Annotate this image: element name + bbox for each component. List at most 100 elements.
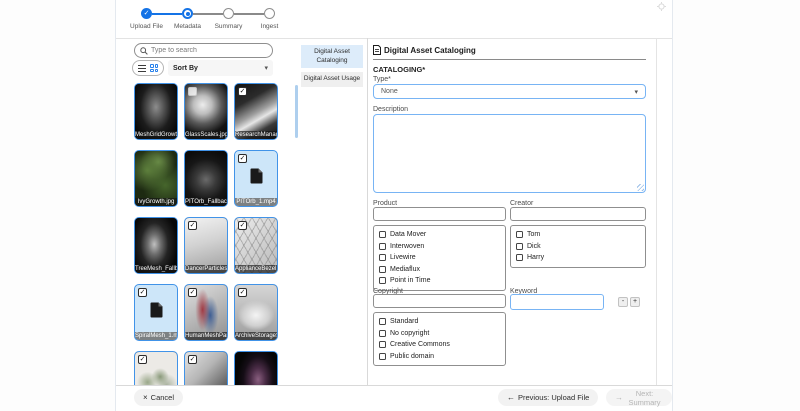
grid-scrollbar[interactable] <box>295 85 298 138</box>
asset-tile[interactable]: ✓ApplianceBezel_F <box>234 217 278 274</box>
file-icon <box>150 302 163 323</box>
search-box[interactable] <box>134 43 273 58</box>
asset-tile[interactable]: PITOrb_Fallback.j <box>184 150 228 207</box>
sort-by-dropdown[interactable]: Sort By ▾ <box>168 60 273 76</box>
nav-item-digital-asset-usage[interactable]: Digital Asset Usage <box>301 72 363 87</box>
checkbox[interactable] <box>379 318 386 325</box>
checkbox-option[interactable]: Standard <box>379 316 500 328</box>
cancel-button[interactable]: × Cancel <box>134 389 183 406</box>
checkbox-option[interactable]: Creative Commons <box>379 339 500 351</box>
checkbox-option[interactable]: Interwoven <box>379 241 500 253</box>
tile-checkbox[interactable]: ✓ <box>188 355 197 364</box>
step-connector <box>234 13 264 15</box>
checkbox[interactable] <box>516 231 523 238</box>
checkbox-option[interactable]: Harry <box>516 252 640 264</box>
product-input[interactable] <box>373 207 506 221</box>
search-icon <box>140 47 148 55</box>
checkbox-option-label: Creative Commons <box>390 341 450 348</box>
step-label: Summary <box>215 23 243 30</box>
checkbox-option-label: Interwoven <box>390 243 424 250</box>
asset-tile[interactable]: IvyGrowth.jpg <box>134 150 178 207</box>
tile-checkbox[interactable]: ✓ <box>138 355 147 364</box>
checkbox[interactable] <box>516 254 523 261</box>
checkbox[interactable] <box>379 353 386 360</box>
step-metadata[interactable]: Metadata <box>182 8 193 19</box>
asset-tile[interactable]: ✓PITOrb_1.mp4 <box>234 150 278 207</box>
tile-checkbox[interactable] <box>188 87 197 96</box>
tile-checkbox[interactable]: ✓ <box>188 221 197 230</box>
step-circle-icon[interactable] <box>264 8 275 19</box>
checkbox[interactable] <box>516 243 523 250</box>
description-textarea[interactable] <box>374 115 645 192</box>
search-input[interactable] <box>151 47 267 54</box>
asset-tile[interactable]: ✓ArchiveStorageSc <box>234 284 278 341</box>
asset-filename: SpiralMesh_1.mp <box>135 332 177 340</box>
gear-icon[interactable] <box>657 2 666 11</box>
tile-checkbox[interactable]: ✓ <box>188 288 197 297</box>
checkbox-option[interactable]: No copyright <box>379 328 500 340</box>
file-icon <box>250 168 263 189</box>
checkbox-option[interactable]: Dick <box>516 241 640 253</box>
step-label: Ingest <box>261 23 279 30</box>
checkbox[interactable] <box>379 254 386 261</box>
asset-filename: PITOrb_Fallback.j <box>185 198 227 206</box>
creator-input[interactable] <box>510 207 646 221</box>
asset-tile[interactable]: MeshGridGrowth. <box>134 83 178 140</box>
chevron-down-icon: ▾ <box>264 64 268 72</box>
step-circle-icon[interactable]: ✓ <box>141 8 152 19</box>
asset-tile[interactable]: ✓ <box>184 351 228 385</box>
tile-checkbox[interactable]: ✓ <box>238 87 247 96</box>
checkbox-option[interactable]: Point in Time <box>379 275 500 287</box>
asset-tile[interactable]: ✓HumanMeshPartic <box>184 284 228 341</box>
cataloging-section-heading: CATALOGING* <box>373 65 425 74</box>
previous-button[interactable]: ← Previous: Upload File <box>498 389 598 406</box>
checkbox[interactable] <box>379 266 386 273</box>
nav-item-digital-asset-cataloging[interactable]: Digital Asset Cataloging <box>301 45 363 68</box>
type-select-value: None <box>381 88 398 95</box>
checkbox[interactable] <box>379 277 386 284</box>
list-view-icon[interactable] <box>138 65 146 72</box>
resize-handle[interactable] <box>637 184 644 191</box>
step-circle-icon[interactable] <box>223 8 234 19</box>
keyword-remove-button[interactable]: - <box>618 297 628 307</box>
checkbox[interactable] <box>379 330 386 337</box>
asset-tile[interactable]: ✓ SpiralMesh_1.mp <box>134 284 178 341</box>
checkbox-option[interactable]: Mediaflux <box>379 264 500 276</box>
checkbox[interactable] <box>379 341 386 348</box>
checkbox-option[interactable]: Tom <box>516 229 640 241</box>
tile-checkbox[interactable]: ✓ <box>238 221 247 230</box>
tile-checkbox[interactable]: ✓ <box>138 288 147 297</box>
checkbox-option[interactable]: Public domain <box>379 351 500 363</box>
type-select[interactable]: None ▾ <box>373 84 646 99</box>
tile-checkbox[interactable]: ✓ <box>238 288 247 297</box>
form-title-text: Digital Asset Cataloging <box>384 46 476 55</box>
asset-filename: DancerParticles_F <box>185 265 227 273</box>
checkbox-option-label: Livewire <box>390 254 416 261</box>
grid-view-icon[interactable] <box>150 64 158 72</box>
type-label: Type* <box>373 76 391 83</box>
asset-tile[interactable]: TreeMesh_Fallba <box>134 217 178 274</box>
checkbox[interactable] <box>379 231 386 238</box>
keyword-input[interactable] <box>510 294 604 310</box>
step-circle-icon[interactable] <box>182 8 193 19</box>
copyright-input[interactable] <box>373 294 506 308</box>
next-button[interactable]: → Next: Summary <box>606 389 672 406</box>
asset-tile[interactable]: ✓ DancerParticles_F <box>184 217 228 274</box>
checkbox-option[interactable]: Livewire <box>379 252 500 264</box>
keyword-add-button[interactable]: + <box>630 297 640 307</box>
stepper-divider <box>116 38 672 39</box>
step-ingest[interactable]: Ingest <box>264 8 275 19</box>
asset-tile[interactable] <box>234 351 278 385</box>
view-toggle[interactable] <box>132 60 164 76</box>
step-upload-file[interactable]: ✓Upload File <box>141 8 152 19</box>
checkbox-option-label: Dick <box>527 243 541 250</box>
asset-tile[interactable]: ✓ResearchManage <box>234 83 278 140</box>
checkbox[interactable] <box>379 243 386 250</box>
asset-tile[interactable]: GlassScales.jpg <box>184 83 228 140</box>
checkbox-option[interactable]: Data Mover <box>379 229 500 241</box>
product-options: Data Mover Interwoven Livewire MediafluxPoi… <box>373 225 506 291</box>
chevron-down-icon: ▾ <box>634 88 638 96</box>
step-summary[interactable]: Summary <box>223 8 234 19</box>
asset-tile[interactable]: ✓ <box>134 351 178 385</box>
tile-checkbox[interactable]: ✓ <box>238 154 247 163</box>
